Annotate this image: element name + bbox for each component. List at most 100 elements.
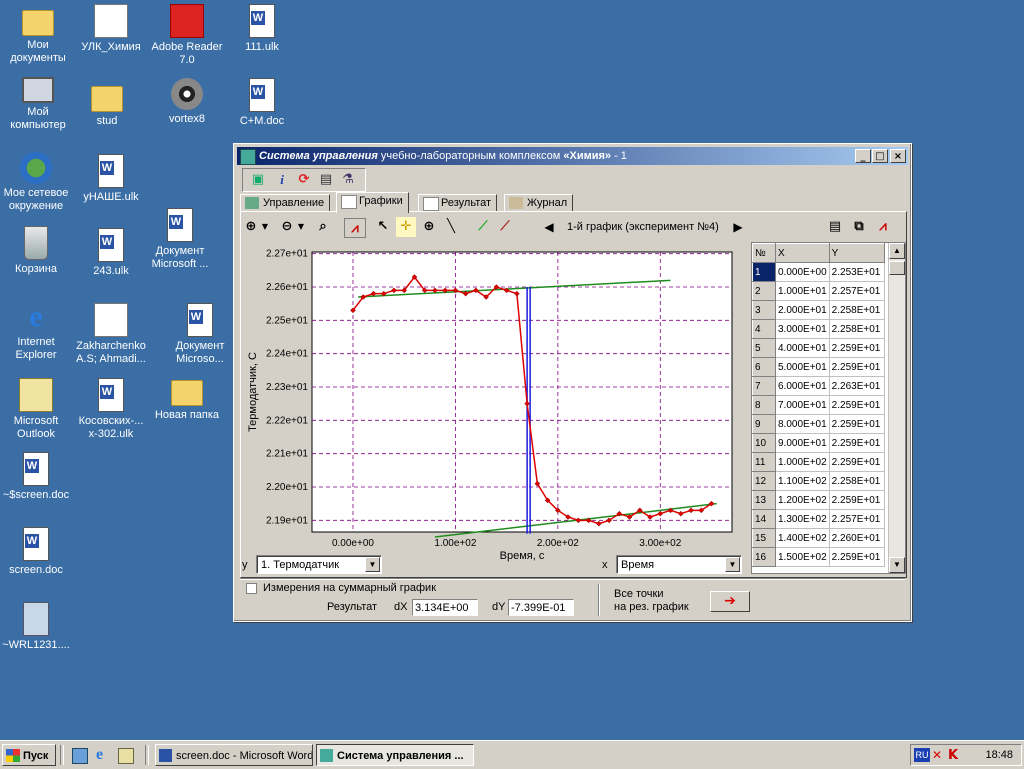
table-row[interactable]: 9 8.000E+01 2.259E+01 [752, 414, 885, 434]
pointer-icon[interactable]: ↖ [374, 217, 392, 237]
desktop-icon-new-folder[interactable]: Новая папка [149, 374, 225, 422]
table-row[interactable]: 7 6.000E+01 2.263E+01 [752, 376, 885, 396]
maximize-button[interactable]: □ [872, 149, 888, 163]
table-row[interactable]: 2 1.000E+01 2.257E+01 [752, 281, 885, 301]
scroll-down-icon[interactable]: ▼ [889, 557, 905, 573]
fit-line-icon[interactable]: ⟋ [474, 217, 492, 237]
plot-line-icon[interactable]: ⩘ [344, 218, 366, 238]
info-icon[interactable]: i [273, 171, 291, 189]
table-scrollbar[interactable]: ▲ ▼ [888, 243, 905, 573]
copy-graph-icon[interactable]: ⧉ [850, 217, 868, 237]
scroll-thumb[interactable] [889, 261, 905, 275]
zoom-out-icon[interactable]: ⊖ [278, 217, 296, 237]
antivirus-icon[interactable]: K [948, 748, 962, 763]
x-axis-select[interactable]: Время ▼ [616, 555, 742, 574]
desktop-icon-recycle-bin[interactable]: Корзина [0, 226, 74, 276]
desktop-icon-243-ulk[interactable]: 243.ulk [73, 228, 149, 278]
data-table[interactable]: № X Y 1 0.000E+00 2.253E+01 2 1.000E+01 2.257… [751, 242, 906, 574]
tab-result[interactable]: Результат [418, 194, 498, 212]
table-row[interactable]: 15 1.400E+02 2.260E+01 [752, 528, 885, 548]
table-row[interactable]: 10 9.000E+01 2.259E+01 [752, 433, 885, 453]
table-row[interactable]: 6 5.000E+01 2.259E+01 [752, 357, 885, 377]
zoom-in-icon[interactable]: ⊕ [242, 217, 260, 237]
show-desktop-icon[interactable] [118, 748, 134, 764]
table-row[interactable]: 13 1.200E+02 2.259E+01 [752, 490, 885, 510]
outlook-express-icon[interactable] [72, 748, 88, 764]
export-graph-icon[interactable]: ⩘ [874, 217, 892, 237]
desktop-icon-adobe-reader[interactable]: Adobe Reader 7.0 [149, 4, 225, 67]
desktop-icon-unashe-ulk[interactable]: уНАШЕ.ulk [73, 154, 149, 204]
chemistry-icon[interactable]: ⚗ [339, 171, 357, 189]
desktop-icon-111-ulk[interactable]: 111.ulk [224, 4, 300, 54]
start-button[interactable]: Пуск [2, 744, 56, 766]
chevron-down-icon[interactable]: ▼ [365, 557, 380, 572]
prev-graph-button[interactable]: ◀ [542, 217, 556, 237]
clock[interactable]: 18:48 [985, 749, 1013, 761]
task-control-system[interactable]: Система управления ... [316, 744, 474, 766]
desktop-icon-zakharchenko[interactable]: Zakharchenko A.S; Ahmadi... [73, 303, 149, 366]
desktop-icon-stud[interactable]: stud [69, 80, 145, 128]
desktop-icon-my-computer[interactable]: Мой компьютер [0, 77, 76, 132]
tab-journal[interactable]: Журнал [504, 194, 574, 212]
zoom-out-dropdown-icon[interactable]: ▼ [296, 217, 306, 237]
summary-graph-checkbox[interactable] [246, 583, 257, 594]
x-cell: 2.000E+01 [775, 300, 830, 320]
next-graph-button[interactable]: ▶ [731, 217, 745, 237]
close-button[interactable]: × [890, 149, 906, 163]
chevron-down-icon[interactable]: ▼ [725, 557, 740, 572]
desktop-icon-cm-doc[interactable]: C+M.doc [224, 78, 300, 128]
table-row[interactable]: 3 2.000E+01 2.258E+01 [752, 300, 885, 320]
crosshair-icon[interactable]: ✛ [396, 217, 416, 237]
network-status-icon[interactable]: ✕ [932, 748, 946, 762]
draw-line-icon[interactable]: ╲ [442, 217, 460, 237]
title-bar[interactable]: Система управления учебно-лабораторным к… [237, 147, 908, 165]
desktop-icon-network[interactable]: Мое сетевое окружение [0, 152, 74, 213]
desktop-icon-screen-doc[interactable]: screen.doc [0, 527, 74, 577]
y-axis-select[interactable]: 1. Термодатчик ▼ [256, 555, 382, 574]
table-row[interactable]: 12 1.100E+02 2.258E+01 [752, 471, 885, 491]
save-icon[interactable]: ▤ [317, 171, 335, 189]
row-number-cell: 15 [752, 528, 776, 548]
tab-control[interactable]: Управление [240, 194, 331, 212]
send-to-result-button[interactable]: ➔ [710, 591, 750, 612]
language-indicator[interactable]: RU [914, 748, 930, 762]
title-mid: учебно-лабораторным комплексом [377, 150, 564, 162]
zoom-fit-icon[interactable]: ⌕ [314, 217, 332, 237]
desktop-icon-msword-doc-2[interactable]: Документ Microso... [162, 303, 238, 366]
zoom-in-dropdown-icon[interactable]: ▼ [260, 217, 270, 237]
table-row[interactable]: 4 3.000E+01 2.258E+01 [752, 319, 885, 339]
dy-field[interactable]: -7.399E-01 [508, 599, 574, 616]
table-row[interactable]: 11 1.000E+02 2.259E+01 [752, 452, 885, 472]
desktop-icon-msword-doc-1[interactable]: Документ Microsoft ... [142, 208, 218, 271]
table-row[interactable]: 16 1.500E+02 2.259E+01 [752, 547, 885, 567]
desktop-icon-outlook[interactable]: Microsoft Outlook [0, 378, 74, 441]
table-row[interactable]: 5 4.000E+01 2.259E+01 [752, 338, 885, 358]
table-row[interactable]: 1 0.000E+00 2.253E+01 [752, 262, 885, 282]
desktop-icon-internet-explorer[interactable]: e Internet Explorer [0, 301, 74, 362]
dx-label: dX [394, 601, 408, 613]
save-graph-icon[interactable]: ▤ [826, 217, 844, 237]
task-word[interactable]: screen.doc - Microsoft Word [155, 744, 313, 766]
desktop-icon-wrl[interactable]: ~WRL1231.... [0, 602, 74, 652]
refresh-icon[interactable]: ⟳ [295, 171, 313, 189]
desktop-icon-tmp-screen-doc[interactable]: ~$screen.doc [0, 452, 74, 502]
tab-graphs[interactable]: Графики [336, 192, 409, 213]
y-cell: 2.259E+01 [828, 414, 885, 434]
desktop-icon-kosovskih[interactable]: Косовских-... x-302.ulk [73, 378, 149, 441]
table-row[interactable]: 8 7.000E+01 2.259E+01 [752, 395, 885, 415]
desktop-icon-vortex8[interactable]: vortex8 [149, 78, 225, 126]
minimize-button[interactable]: _ [855, 149, 871, 163]
scroll-up-icon[interactable]: ▲ [889, 243, 905, 259]
word-doc-icon [98, 154, 124, 188]
desktop-icon-my-documents[interactable]: Мои документы [0, 4, 76, 65]
clear-fit-icon[interactable]: ⟋ [496, 217, 514, 237]
y-cell: 2.259E+01 [828, 433, 885, 453]
dx-field[interactable]: 3.134E+00 [412, 599, 478, 616]
chart[interactable]: 0.00e+00 1.00e+02 2.00e+02 3.00e+02 2.19e+01… [242, 242, 747, 562]
x-cell: 1.000E+01 [775, 281, 830, 301]
monitor-icon[interactable]: ▣ [249, 171, 267, 189]
table-row[interactable]: 14 1.300E+02 2.257E+01 [752, 509, 885, 529]
desktop-icon-ulk-chem[interactable]: УЛК_Химия [73, 4, 149, 54]
ie-icon[interactable]: e [96, 746, 103, 764]
target-icon[interactable]: ⊕ [420, 217, 438, 237]
